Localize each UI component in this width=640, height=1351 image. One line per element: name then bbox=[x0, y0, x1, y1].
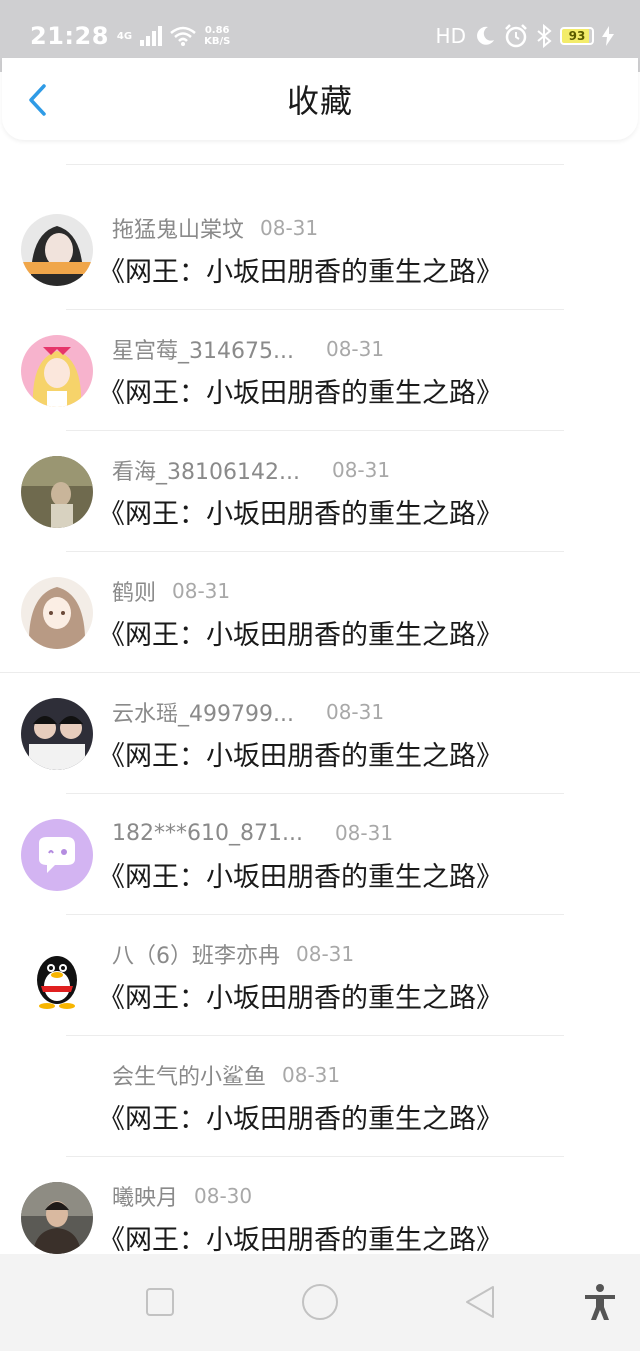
circle-icon bbox=[302, 1284, 338, 1320]
moon-icon bbox=[477, 26, 494, 45]
network-type: 4G bbox=[117, 31, 132, 42]
list-item[interactable]: 182***610_871... 08-31 《网王：小坂田朋香的重生之路》 bbox=[0, 794, 640, 915]
speed-unit: KB/S bbox=[204, 36, 231, 47]
list-item[interactable]: 星宫莓_314675... 08-31 《网王：小坂田朋香的重生之路》 bbox=[0, 310, 640, 431]
item-meta: 曦映月 08-30 bbox=[112, 1181, 252, 1211]
book-title[interactable]: 《网王：小坂田朋香的重生之路》 bbox=[98, 734, 503, 773]
book-title[interactable]: 《网王：小坂田朋香的重生之路》 bbox=[98, 613, 503, 652]
avatar-outdoor-photo-icon bbox=[21, 456, 93, 528]
status-time: 21:28 bbox=[30, 22, 109, 50]
item-meta: 拖猛鬼山棠坟 08-31 bbox=[112, 213, 318, 243]
list-item[interactable]: 八（6）班李亦冉 08-31 《网王：小坂田朋香的重生之路》 bbox=[0, 915, 640, 1036]
battery-icon: 93 bbox=[560, 27, 594, 45]
date: 08-31 bbox=[296, 942, 355, 966]
date: 08-31 bbox=[172, 579, 231, 603]
back-nav-button[interactable] bbox=[460, 1282, 500, 1322]
avatar[interactable] bbox=[21, 698, 93, 770]
accessibility-button[interactable] bbox=[580, 1282, 620, 1322]
list-item[interactable]: 看海_38106142... 08-31 《网王：小坂田朋香的重生之路》 bbox=[0, 431, 640, 552]
username[interactable]: 星宫莓_314675... bbox=[112, 333, 294, 365]
book-title[interactable]: 《网王：小坂田朋香的重生之路》 bbox=[98, 371, 503, 410]
avatar-anime-pink-icon bbox=[21, 335, 93, 407]
username[interactable]: 曦映月 bbox=[112, 1180, 178, 1212]
username[interactable]: 拖猛鬼山棠坟 bbox=[112, 212, 244, 244]
wifi-icon bbox=[170, 26, 196, 46]
list-item[interactable]: 鹤则 08-31 《网王：小坂田朋香的重生之路》 bbox=[0, 552, 640, 673]
avatar-girl-photo-icon bbox=[21, 214, 93, 286]
username[interactable]: 鹤则 bbox=[112, 575, 156, 607]
avatar-boy-photo-icon bbox=[21, 1182, 93, 1254]
battery-level: 93 bbox=[568, 29, 586, 43]
list-item[interactable]: 云水瑶_499799... 08-31 《网王：小坂田朋香的重生之路》 bbox=[0, 673, 640, 794]
date: 08-31 bbox=[331, 458, 391, 482]
avatar-anime-girl-icon bbox=[21, 577, 93, 649]
avatar[interactable] bbox=[21, 819, 93, 891]
avatar[interactable] bbox=[21, 1182, 93, 1254]
status-right: HD 93 bbox=[436, 24, 614, 48]
book-title[interactable]: 《网王：小坂田朋香的重生之路》 bbox=[98, 250, 503, 289]
page-title: 收藏 bbox=[286, 82, 353, 120]
username[interactable]: 看海_38106142... bbox=[112, 454, 300, 486]
date: 08-31 bbox=[334, 821, 394, 845]
item-meta: 八（6）班李亦冉 08-31 bbox=[112, 939, 354, 969]
avatar[interactable] bbox=[21, 1061, 93, 1133]
username[interactable]: 八（6）班李亦冉 bbox=[112, 938, 280, 970]
speed-value: 0.86 bbox=[204, 25, 230, 36]
list-top-spacer bbox=[0, 164, 640, 189]
date: 08-31 bbox=[282, 1063, 341, 1087]
list-divider bbox=[66, 164, 564, 165]
status-left: 21:28 4G 0.86 KB/S bbox=[30, 22, 230, 50]
avatar[interactable] bbox=[21, 214, 93, 286]
back-button[interactable] bbox=[22, 82, 52, 118]
charging-icon bbox=[602, 26, 614, 46]
hd-label: HD bbox=[435, 24, 466, 48]
username[interactable]: 182***610_871... bbox=[112, 821, 303, 846]
date: 08-31 bbox=[325, 337, 385, 361]
book-title[interactable]: 《网王：小坂田朋香的重生之路》 bbox=[98, 976, 503, 1015]
triangle-back-icon bbox=[466, 1286, 494, 1318]
page-header: 收藏 bbox=[2, 58, 638, 140]
avatar-qq-penguin-icon bbox=[21, 940, 93, 1012]
item-meta: 看海_38106142... 08-31 bbox=[112, 455, 390, 485]
alarm-icon bbox=[505, 24, 527, 48]
item-meta: 星宫莓_314675... 08-31 bbox=[112, 334, 384, 364]
avatar[interactable] bbox=[21, 456, 93, 528]
recents-button[interactable] bbox=[140, 1282, 180, 1322]
chevron-left-icon bbox=[29, 84, 46, 116]
item-meta: 云水瑶_499799... 08-31 bbox=[112, 697, 384, 727]
book-title[interactable]: 《网王：小坂田朋香的重生之路》 bbox=[98, 1218, 503, 1257]
book-title[interactable]: 《网王：小坂田朋香的重生之路》 bbox=[98, 855, 503, 894]
avatar-duo-photo-icon bbox=[21, 698, 93, 770]
avatar[interactable] bbox=[21, 577, 93, 649]
book-title[interactable]: 《网王：小坂田朋香的重生之路》 bbox=[98, 492, 503, 531]
network-type-label: 4G bbox=[116, 30, 133, 42]
bluetooth-icon bbox=[537, 24, 552, 48]
avatar-chat-bubble-icon bbox=[21, 819, 93, 891]
list-item[interactable]: 拖猛鬼山棠坟 08-31 《网王：小坂田朋香的重生之路》 bbox=[0, 189, 640, 310]
signal-icon bbox=[140, 26, 163, 46]
book-title[interactable]: 《网王：小坂田朋香的重生之路》 bbox=[98, 1097, 503, 1136]
date: 08-30 bbox=[194, 1184, 253, 1208]
system-nav-bar bbox=[0, 1254, 640, 1351]
home-button[interactable] bbox=[300, 1282, 340, 1322]
avatar[interactable] bbox=[21, 940, 93, 1012]
square-icon bbox=[146, 1288, 174, 1316]
item-meta: 鹤则 08-31 bbox=[112, 576, 230, 606]
avatar[interactable] bbox=[21, 335, 93, 407]
username[interactable]: 云水瑶_499799... bbox=[112, 696, 294, 728]
list-item[interactable]: 会生气的小鲨鱼 08-31 《网王：小坂田朋香的重生之路》 bbox=[0, 1036, 640, 1157]
date: 08-31 bbox=[325, 700, 385, 724]
item-meta: 182***610_871... 08-31 bbox=[112, 818, 393, 848]
username[interactable]: 会生气的小鲨鱼 bbox=[112, 1059, 266, 1091]
accessibility-icon bbox=[585, 1284, 615, 1320]
network-speed: 0.86 KB/S bbox=[204, 25, 230, 47]
item-meta: 会生气的小鲨鱼 08-31 bbox=[112, 1060, 340, 1090]
date: 08-31 bbox=[260, 216, 319, 240]
favorites-list: 拖猛鬼山棠坟 08-31 《网王：小坂田朋香的重生之路》 星宫莓_314675.… bbox=[0, 140, 640, 1278]
